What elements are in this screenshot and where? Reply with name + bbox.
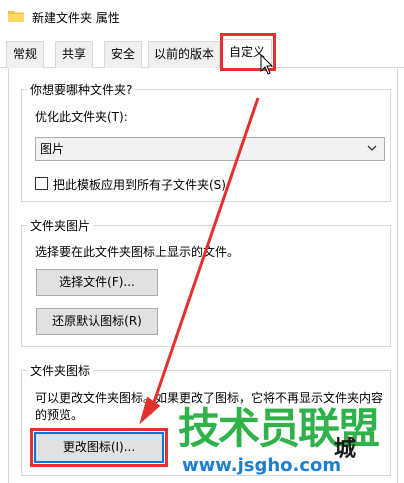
folder-picture-description: 选择要在此文件夹图标上显示的文件。 [35,245,240,259]
title-bar: 新建文件夹 属性 [0,0,404,34]
folder-type-select[interactable]: 图片 [35,137,385,161]
optimize-label: 优化此文件夹(T): [35,110,128,124]
watermark-logo: 技术员联盟 城 www.jsgho.com [178,405,404,483]
chevron-down-icon [367,145,377,151]
folder-icon-group-title: 文件夹图标 [27,362,94,379]
window-title: 新建文件夹 属性 [32,11,120,25]
folder-icon-description-line2: 的预览。 [35,408,84,422]
folder-icon [8,11,24,22]
apply-subfolders-label: 把此模板应用到所有子文件夹(S) [53,178,226,192]
tab-previous-versions[interactable]: 以前的版本 [148,41,220,68]
folder-type-select-value: 图片 [40,142,65,156]
tab-sharing[interactable]: 共享 [55,41,93,68]
folder-type-group-title: 你想要哪种文件夹? [27,81,136,98]
tab-highlight-box [220,33,276,71]
change-icon-button[interactable]: 更改图标(I)... [30,428,168,467]
tab-security[interactable]: 安全 [104,41,142,68]
tab-strip: 常规 共享 安全 以前的版本 自定义 [0,34,404,68]
apply-subfolders-checkbox[interactable] [35,177,48,190]
tab-general[interactable]: 常规 [6,41,44,68]
choose-file-button[interactable]: 选择文件(F)... [36,269,158,296]
folder-picture-group-title: 文件夹图片 [27,217,94,234]
restore-default-button[interactable]: 还原默认图标(R) [36,308,158,335]
watermark-url-text: www.jsgho.com [182,455,342,476]
